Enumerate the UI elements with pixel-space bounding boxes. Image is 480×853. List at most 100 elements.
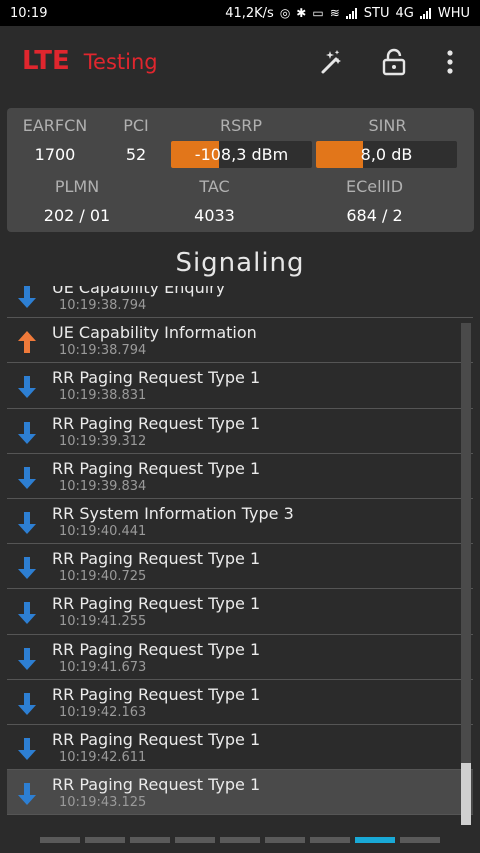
page-indicator-dot[interactable]	[175, 837, 215, 843]
cell-info-card: EARFCN PCI RSRP SINR 1700 52 -108,3 dBm …	[7, 108, 474, 232]
page-indicator	[0, 837, 480, 843]
page-indicator-dot[interactable]	[220, 837, 260, 843]
message-name: RR Paging Request Type 1	[52, 549, 261, 569]
message-name: RR Paging Request Type 1	[52, 729, 261, 749]
arrow-down-icon	[17, 286, 37, 310]
carrier-2: WHU	[437, 5, 470, 21]
status-time: 10:19	[10, 5, 48, 21]
signaling-list[interactable]: UE Capability Enquiry 10:19:38.794 UE Capa…	[7, 286, 473, 825]
earfcn-label: EARFCN	[22, 116, 88, 135]
message-time: 10:19:42.163	[59, 704, 147, 720]
list-item[interactable]: RR Paging Request Type 1 10:19:42.163	[7, 680, 473, 725]
tac-value: 4033	[194, 206, 235, 225]
arrow-down-icon	[17, 465, 37, 491]
page-indicator-dot[interactable]	[310, 837, 350, 843]
wifi-icon: ≋	[329, 6, 340, 20]
message-name: RR Paging Request Type 1	[52, 458, 261, 478]
section-title: Signaling	[175, 248, 305, 278]
arrow-down-icon	[17, 646, 37, 672]
unlock-icon[interactable]	[378, 46, 410, 78]
arrow-down-icon	[17, 781, 37, 807]
list-item[interactable]: RR Paging Request Type 1 10:19:40.725	[7, 544, 473, 590]
message-name: RR Paging Request Type 1	[52, 368, 261, 388]
status-bar: 10:19 41,2K/s ◎ ✱ ▭ ≋ STU 4G WHU	[0, 0, 480, 26]
signaling-list-content: UE Capability Enquiry 10:19:38.794 UE Capa…	[7, 286, 473, 816]
rsrp-value: -108,3 dBm	[194, 145, 289, 164]
battery-icon: ▭	[312, 6, 324, 20]
pci-label: PCI	[123, 116, 149, 135]
message-time: 10:19:41.673	[59, 659, 147, 675]
tac-label: TAC	[199, 177, 230, 196]
list-item[interactable]: RR Paging Request Type 1 10:19:39.312	[7, 409, 473, 454]
page-indicator-dot[interactable]	[355, 837, 395, 843]
message-name: RR Paging Request Type 1	[52, 639, 261, 659]
rsrp-label: RSRP	[219, 116, 263, 135]
signal-icon	[345, 7, 358, 19]
app-title: LTE Testing	[22, 46, 158, 76]
message-name: RR System Information Type 3	[52, 503, 294, 523]
carrier-1: STU	[363, 5, 390, 21]
network-speed: 41,2K/s	[225, 5, 274, 21]
more-vert-icon[interactable]	[434, 46, 466, 78]
message-time: 10:19:43.125	[59, 795, 147, 811]
arrow-down-icon	[17, 555, 37, 581]
ecellid-label: ECellID	[345, 177, 404, 196]
rsrp-bar: -108,3 dBm	[171, 141, 312, 168]
message-time: 10:19:38.831	[59, 388, 147, 404]
message-time: 10:19:42.611	[59, 749, 147, 765]
message-time: 10:19:41.255	[59, 614, 147, 630]
page-indicator-dot[interactable]	[400, 837, 440, 843]
magic-wand-icon[interactable]	[315, 46, 347, 78]
message-name: UE Capability Information	[52, 323, 257, 343]
ecellid-value: 684 / 2	[346, 206, 403, 225]
list-item[interactable]: UE Capability Information 10:19:38.794	[7, 318, 473, 364]
list-item[interactable]: RR Paging Request Type 1 10:19:41.673	[7, 635, 473, 680]
page-indicator-dot[interactable]	[130, 837, 170, 843]
list-item[interactable]: UE Capability Enquiry 10:19:38.794	[7, 286, 473, 319]
plmn-label: PLMN	[54, 177, 100, 196]
message-name: UE Capability Enquiry	[52, 286, 226, 297]
app-title-lte: LTE	[22, 46, 70, 76]
arrow-down-icon	[17, 691, 37, 717]
message-time: 10:19:40.441	[59, 523, 147, 539]
message-time: 10:19:39.312	[59, 433, 147, 449]
arrow-down-icon	[17, 420, 37, 446]
message-time: 10:19:38.794	[59, 343, 147, 359]
earfcn-value: 1700	[34, 145, 76, 164]
page-indicator-dot[interactable]	[85, 837, 125, 843]
arrow-down-icon	[17, 600, 37, 626]
list-scrollbar-thumb[interactable]	[461, 763, 471, 825]
app-title-testing: Testing	[83, 50, 158, 74]
arrow-up-icon	[17, 329, 37, 355]
page-indicator-dot[interactable]	[265, 837, 305, 843]
message-name: RR Paging Request Type 1	[52, 594, 261, 614]
arrow-down-icon	[17, 736, 37, 762]
list-item[interactable]: RR Paging Request Type 1 10:19:42.611	[7, 725, 473, 771]
pci-value: 52	[125, 145, 147, 164]
network-type: 4G	[395, 5, 414, 21]
list-item[interactable]: RR Paging Request Type 1 10:19:38.831	[7, 363, 473, 409]
hotspot-icon: ◎	[279, 6, 291, 20]
message-time: 10:19:39.834	[59, 478, 147, 494]
message-time: 10:19:40.725	[59, 569, 147, 585]
list-scrollbar[interactable]	[461, 323, 471, 825]
message-name: RR Paging Request Type 1	[52, 413, 261, 433]
sinr-value: 8,0 dB	[360, 145, 413, 164]
arrow-down-icon	[17, 374, 37, 400]
plmn-value: 202 / 01	[43, 206, 111, 225]
message-time: 10:19:38.794	[59, 298, 147, 313]
message-name: RR Paging Request Type 1	[52, 684, 261, 704]
list-item[interactable]: RR Paging Request Type 1 10:19:39.834	[7, 454, 473, 499]
list-item[interactable]: RR Paging Request Type 1 10:19:43.125	[7, 770, 473, 816]
message-name: RR Paging Request Type 1	[52, 775, 261, 795]
sinr-bar: 8,0 dB	[316, 141, 457, 168]
sinr-label: SINR	[368, 116, 407, 135]
signal-icon-2	[419, 7, 432, 19]
arrow-down-icon	[17, 510, 37, 536]
status-indicators: 41,2K/s ◎ ✱ ▭ ≋ STU 4G WHU	[225, 6, 470, 21]
bluetooth-icon: ✱	[296, 6, 307, 20]
app-bar: LTE Testing	[0, 26, 480, 98]
list-item[interactable]: RR System Information Type 3 10:19:40.441	[7, 499, 473, 545]
list-item[interactable]: RR Paging Request Type 1 10:19:41.255	[7, 589, 473, 635]
page-indicator-dot[interactable]	[40, 837, 80, 843]
